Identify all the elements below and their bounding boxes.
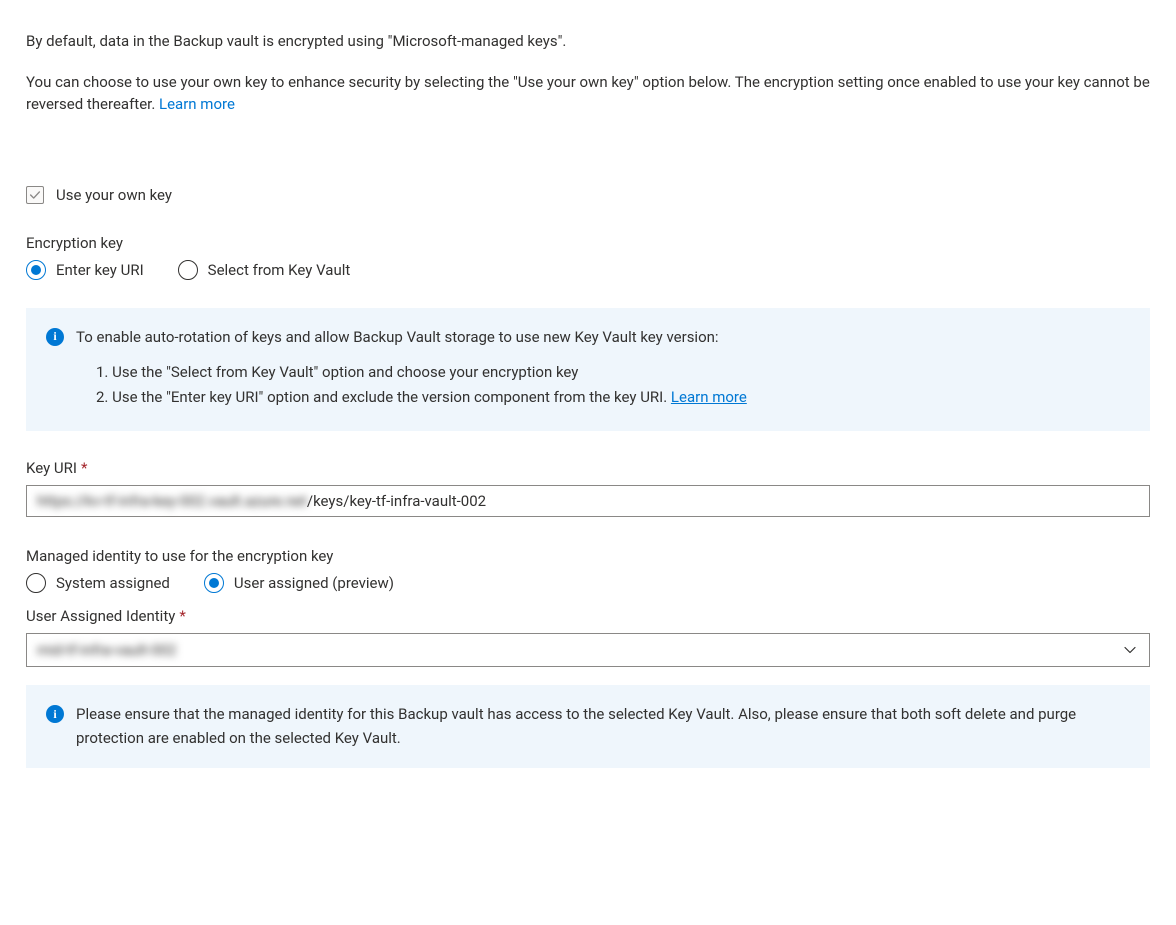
key-uri-label: Key URI* — [26, 459, 1150, 477]
radio-user-assigned-label: User assigned (preview) — [234, 574, 394, 592]
info-banner-body: To enable auto-rotation of keys and allo… — [76, 326, 747, 412]
user-assigned-identity-value: mid-tf-infra-vault-002 — [37, 641, 177, 659]
required-indicator: * — [81, 459, 87, 477]
learn-more-link-intro[interactable]: Learn more — [159, 95, 235, 113]
user-assigned-identity-label-text: User Assigned Identity — [26, 607, 175, 625]
info-icon: i — [46, 705, 64, 723]
info-banner-auto-rotation: i To enable auto-rotation of keys and al… — [26, 308, 1150, 432]
radio-icon — [26, 260, 46, 280]
info-step-2: 2. Use the "Enter key URI" option and ex… — [96, 386, 747, 409]
learn-more-link-info[interactable]: Learn more — [671, 388, 747, 406]
key-uri-label-text: Key URI — [26, 459, 77, 477]
radio-select-from-key-vault[interactable]: Select from Key Vault — [178, 260, 351, 280]
intro-paragraph-2: You can choose to use your own key to en… — [26, 71, 1150, 116]
user-assigned-identity-label: User Assigned Identity* — [26, 607, 1150, 625]
use-own-key-checkbox[interactable] — [26, 186, 44, 204]
info-banner-permissions-text: Please ensure that the managed identity … — [76, 703, 1130, 750]
encryption-key-radio-group: Enter key URI Select from Key Vault — [26, 260, 1150, 280]
radio-icon — [204, 573, 224, 593]
use-own-key-label: Use your own key — [56, 186, 172, 204]
info-step-1: 1. Use the "Select from Key Vault" optio… — [96, 361, 747, 384]
info-icon: i — [46, 328, 64, 346]
managed-identity-label: Managed identity to use for the encrypti… — [26, 547, 1150, 565]
managed-identity-radio-group: System assigned User assigned (preview) — [26, 573, 1150, 593]
radio-enter-key-uri-label: Enter key URI — [56, 261, 144, 279]
key-uri-input[interactable] — [26, 485, 1150, 517]
user-assigned-identity-select-wrap: mid-tf-infra-vault-002 — [26, 633, 1150, 667]
intro-paragraph-1: By default, data in the Backup vault is … — [26, 30, 1150, 53]
use-own-key-checkbox-row: Use your own key — [26, 186, 1150, 204]
radio-enter-key-uri[interactable]: Enter key URI — [26, 260, 144, 280]
checkmark-icon — [28, 188, 42, 202]
radio-icon — [26, 573, 46, 593]
info-lead: To enable auto-rotation of keys and allo… — [76, 326, 747, 349]
radio-system-assigned-label: System assigned — [56, 574, 170, 592]
radio-system-assigned[interactable]: System assigned — [26, 573, 170, 593]
radio-icon — [178, 260, 198, 280]
info-banner-permissions: i Please ensure that the managed identit… — [26, 685, 1150, 768]
required-indicator: * — [179, 607, 185, 625]
chevron-down-icon — [1123, 643, 1137, 657]
radio-select-from-key-vault-label: Select from Key Vault — [208, 261, 351, 279]
key-uri-input-wrap: https://kv-tf-infra-key-002.vault.azure.… — [26, 485, 1150, 517]
info-step-2-text: 2. Use the "Enter key URI" option and ex… — [96, 388, 671, 406]
encryption-key-label: Encryption key — [26, 234, 1150, 252]
user-assigned-identity-select[interactable]: mid-tf-infra-vault-002 — [26, 633, 1150, 667]
radio-user-assigned[interactable]: User assigned (preview) — [204, 573, 394, 593]
